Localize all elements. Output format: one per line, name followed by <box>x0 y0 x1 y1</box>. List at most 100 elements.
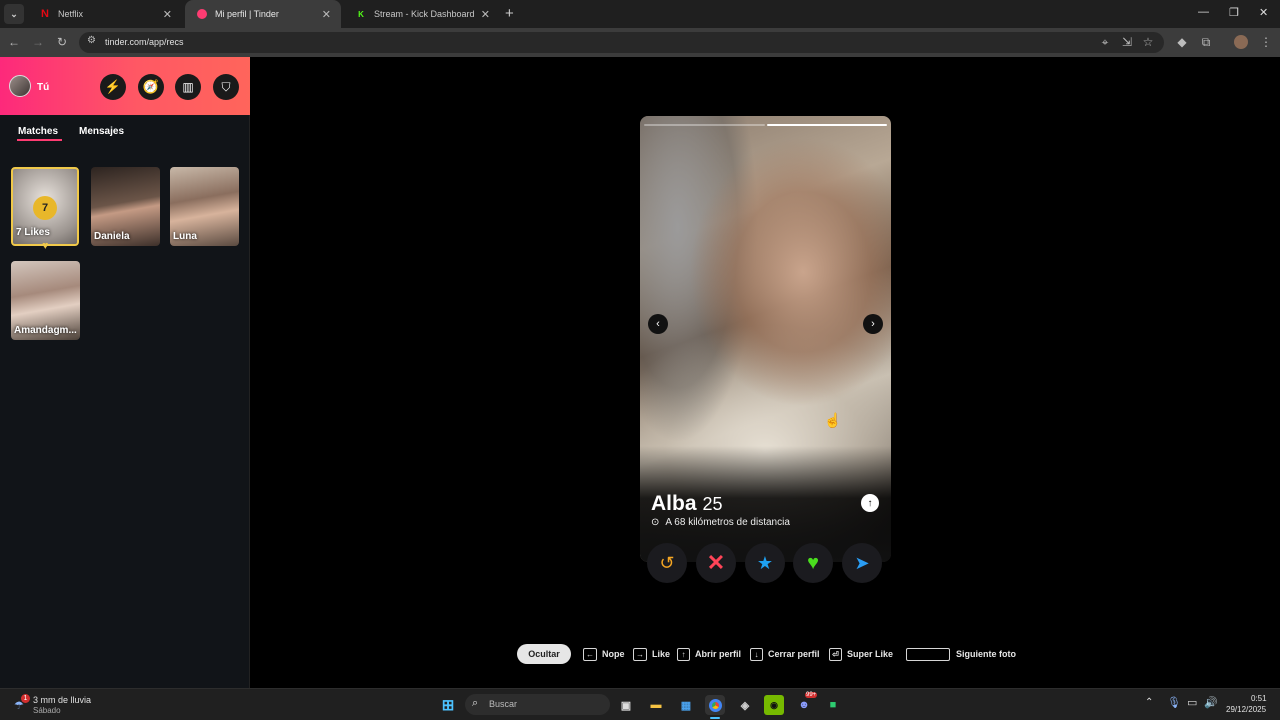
taskbar-search[interactable]: ⌕ Buscar <box>465 694 610 715</box>
hint-close-profile: ↓ Cerrar perfil <box>750 644 820 664</box>
tab-messages[interactable]: Mensajes <box>79 126 124 137</box>
chrome-icon[interactable] <box>705 695 725 715</box>
briefcase-icon: ▥ <box>182 80 194 94</box>
store-icon[interactable]: ▦ <box>676 695 696 715</box>
back-icon[interactable]: ← <box>6 35 22 49</box>
close-tab-icon[interactable]: ✕ <box>163 8 172 21</box>
previous-photo-button[interactable]: ‹ <box>648 314 668 334</box>
close-window-icon[interactable]: ✕ <box>1259 6 1268 19</box>
lightning-icon: ⚡ <box>104 79 122 94</box>
arrow-left-key-icon: ← <box>583 647 597 661</box>
match-card[interactable]: Luna <box>170 167 239 246</box>
x-icon: ✕ <box>706 550 726 575</box>
likes-count: 7 <box>41 202 49 214</box>
match-name: Luna <box>173 231 197 242</box>
tab-title: Mi perfil | Tinder <box>215 9 279 19</box>
hint-next-photo: Siguiente foto <box>906 644 1016 664</box>
hint-nope-label: Nope <box>602 649 625 659</box>
volume-icon[interactable]: 🔊 <box>1204 696 1218 709</box>
search-icon: ⌕ <box>472 697 479 709</box>
photo-progress-bar <box>767 124 887 126</box>
profile-card[interactable]: ‹ › Alba 25 ↑ ⊙ A 68 kilómetros de dista… <box>640 116 891 562</box>
nvidia-icon[interactable]: ◉ <box>764 695 784 715</box>
gold-heart-icon: ♥ <box>42 240 49 252</box>
taskbar: ☂ 1 3 mm de lluvia Sábado ⊞ ⌕ Buscar ▣ ▬… <box>0 688 1280 720</box>
weather-widget[interactable]: ☂ 1 3 mm de lluvia Sábado <box>12 693 112 717</box>
match-card[interactable]: Daniela <box>91 167 160 246</box>
rewind-icon: ↺ <box>659 552 675 573</box>
browser-tab-strip: ⌄ N Netflix ✕ Mi perfil | Tinder ✕ K Str… <box>0 0 1280 28</box>
hide-label: Ocultar <box>528 649 560 659</box>
rewind-button[interactable]: ↺ <box>647 543 687 583</box>
clock-date[interactable]: 29/12/2025 <box>1226 705 1266 714</box>
hint-like-label: Like <box>652 649 671 659</box>
enter-key-icon: ⏎ <box>829 647 842 661</box>
address-bar[interactable]: ⚙ tinder.com/app/recs <box>79 32 1164 53</box>
match-card[interactable]: Amandagm... <box>11 261 80 340</box>
site-settings-icon[interactable]: ⚙ <box>87 35 96 46</box>
active-tab-underline <box>17 139 62 141</box>
discord-badge: 99+ <box>805 692 818 698</box>
microphone-icon[interactable]: 🎙 <box>1167 696 1181 709</box>
hint-close-profile-label: Cerrar perfil <box>768 649 820 659</box>
file-explorer-icon[interactable]: ▬ <box>646 695 666 715</box>
superlike-button[interactable]: ★ <box>745 543 785 583</box>
tab-title: Stream - Kick Dashboard <box>374 9 475 19</box>
explore-button[interactable]: 🧭 <box>138 74 164 100</box>
profile-avatar[interactable] <box>1234 35 1248 49</box>
new-tab-button[interactable]: + <box>505 5 514 22</box>
maximize-icon[interactable]: ❐ <box>1229 6 1239 19</box>
user-avatar[interactable] <box>9 75 31 97</box>
unity-icon[interactable]: ◈ <box>735 695 755 715</box>
network-icon[interactable]: ▭ <box>1187 696 1197 709</box>
profile-name-row: Alba 25 <box>651 492 723 516</box>
netflix-icon: N <box>41 8 49 20</box>
heart-icon: ♥ <box>807 551 819 574</box>
install-app-icon[interactable]: ⇲ <box>1119 35 1135 49</box>
tab-search-button[interactable]: ⌄ <box>4 4 24 24</box>
arrow-down-key-icon: ↓ <box>750 647 763 661</box>
tab-netflix[interactable]: N Netflix ✕ <box>28 0 182 28</box>
safety-button[interactable]: ⛉ <box>213 74 239 100</box>
clock-time[interactable]: 0:51 <box>1251 694 1267 703</box>
extension-diamond-icon[interactable]: ◆ <box>1174 35 1190 49</box>
hide-shortcuts-button[interactable]: Ocultar <box>517 644 571 664</box>
chevron-left-icon: ‹ <box>656 318 660 330</box>
weather-alert-badge: 1 <box>21 694 30 703</box>
app-green-icon[interactable]: ■ <box>823 695 843 715</box>
discord-icon[interactable]: ☻ <box>794 695 814 715</box>
hidden-icons-chevron[interactable]: ⌃ <box>1145 697 1153 708</box>
hint-next-photo-label: Siguiente foto <box>956 649 1016 659</box>
boost-button[interactable]: ⚡ <box>100 74 126 100</box>
user-label[interactable]: Tú <box>37 82 49 93</box>
location-icon[interactable]: ⌖ <box>1097 35 1113 50</box>
forward-icon[interactable]: → <box>30 35 46 49</box>
weather-text: 3 mm de lluvia <box>33 695 92 705</box>
location-pin-icon: ⊙ <box>651 517 660 528</box>
like-button[interactable]: ♥ <box>793 543 833 583</box>
tinder-icon <box>197 9 207 19</box>
arrow-up-key-icon: ↑ <box>677 647 690 661</box>
open-profile-button[interactable]: ↑ <box>861 494 879 512</box>
boost-send-button[interactable]: ➤ <box>842 543 882 583</box>
gifts-button[interactable]: ▥ <box>175 74 201 100</box>
next-photo-button[interactable]: › <box>863 314 883 334</box>
tab-tinder[interactable]: Mi perfil | Tinder ✕ <box>185 0 341 28</box>
menu-dots-icon[interactable]: ⋮ <box>1258 35 1274 49</box>
extensions-puzzle-icon[interactable]: ⧉ <box>1198 35 1214 50</box>
search-placeholder: Buscar <box>489 699 518 709</box>
bookmark-star-icon[interactable]: ☆ <box>1140 35 1156 49</box>
reload-icon[interactable]: ↻ <box>54 35 70 49</box>
close-tab-icon[interactable]: ✕ <box>481 8 490 21</box>
windows-start-icon[interactable]: ⊞ <box>438 695 458 715</box>
hint-open-profile-label: Abrir perfil <box>695 649 742 659</box>
task-view-icon[interactable]: ▣ <box>616 695 636 715</box>
arrow-up-icon: ↑ <box>867 497 873 509</box>
sidebar-header: Tú ⚡ 🧭 ▥ ⛉ <box>0 57 250 115</box>
nope-button[interactable]: ✕ <box>696 543 736 583</box>
likes-card[interactable]: 7 7 Likes <box>11 167 79 246</box>
close-tab-icon[interactable]: ✕ <box>322 8 331 21</box>
minimize-icon[interactable]: — <box>1198 6 1209 18</box>
tab-matches[interactable]: Matches <box>18 126 58 137</box>
tab-kick[interactable]: K Stream - Kick Dashboard ✕ <box>344 0 500 28</box>
